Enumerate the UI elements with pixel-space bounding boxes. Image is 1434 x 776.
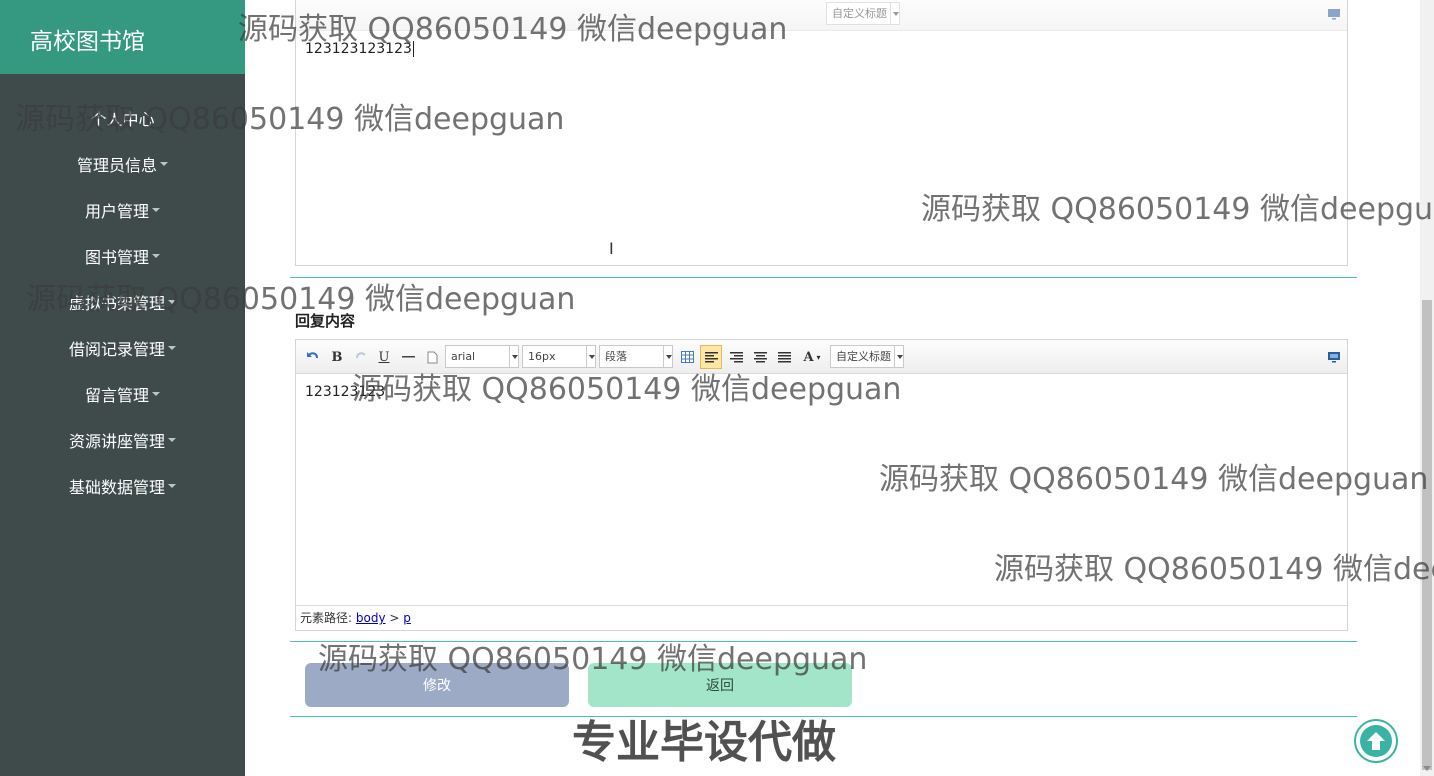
sidebar-item-label: 管理员信息 [76,156,157,175]
caret-down-icon [152,392,160,396]
element-path-label: 元素路径: [300,611,353,625]
custom-title-value: 自定义标题 [832,7,887,20]
sidebar-item-book-management[interactable]: 图书管理 [0,233,245,279]
watermark: 源码获取 QQ86050149 微信deepgua [921,192,1434,227]
watermark: 源码获取 QQ86050149 微信deepguan [238,12,788,47]
sidebar-item-borrow-records[interactable]: 借阅记录管理 [0,325,245,371]
arrow-up-icon [1360,725,1392,757]
sidebar-item-base-data[interactable]: 基础数据管理 [0,463,245,509]
sidebar-item-admin-info[interactable]: 管理员信息 [0,141,245,187]
fullscreen-icon[interactable] [1324,2,1344,26]
caret-down-icon [152,208,160,212]
path-link-p[interactable]: p [403,611,411,625]
font-size-value: 16px [528,350,556,363]
back-to-top-button[interactable] [1354,719,1398,763]
sidebar-item-label: 资源讲座管理 [68,432,165,451]
sidebar-item-label: 基础数据管理 [68,478,165,497]
undo-icon[interactable] [302,345,322,369]
paragraph-value: 段落 [605,350,627,363]
sidebar-item-message-management[interactable]: 留言管理 [0,371,245,417]
watermark: 源码获取 QQ86050149 微信deepguan [879,462,1429,497]
path-separator: > [389,611,400,625]
watermark: 源码获取 QQ86050149 微信dee [994,552,1434,587]
bold-button[interactable]: B [327,345,347,369]
font-family-value: arial [451,350,476,363]
caret-down-icon [160,162,168,166]
fullscreen-icon[interactable] [1324,345,1344,369]
font-color-label: A [803,349,814,365]
scroll-down-icon[interactable] [1423,766,1431,771]
scrollbar-thumb[interactable] [1422,300,1432,770]
sidebar-item-label: 图书管理 [84,248,149,267]
watermark-bottom: 专业毕设代做 [572,717,836,768]
element-path-bar: 元素路径: body > p [296,605,1347,630]
caret-down-icon [168,438,176,442]
sidebar-item-label: 用户管理 [84,202,149,221]
custom-title-select[interactable]: 自定义标题 [826,2,900,25]
watermark: 源码获取 QQ86050149 微信deepguan [318,642,868,677]
caret-down-icon [168,346,176,350]
watermark: 源码获取 QQ86050149 微信deepguan [352,372,902,407]
dropdown-arrow-icon [890,3,899,24]
sidebar-item-label: 借阅记录管理 [68,340,165,359]
watermark: 源码获取 QQ86050149 微信deepguan [26,282,576,317]
custom-title-value: 自定义标题 [836,350,891,363]
path-link-body[interactable]: body [356,611,386,625]
sidebar-item-lecture-management[interactable]: 资源讲座管理 [0,417,245,463]
dropdown-arrow-icon: ▾ [816,352,821,362]
brand-title: 高校图书馆 [0,0,245,74]
sidebar-item-label: 留言管理 [84,386,149,405]
sidebar-item-user-management[interactable]: 用户管理 [0,187,245,233]
sidebar: 个人中心 管理员信息 用户管理 图书管理 虚拟书架管理 借阅记录管理 留言管理 … [0,74,245,776]
page-scrollbar[interactable] [1420,0,1434,776]
caret-down-icon [168,484,176,488]
watermark: 源码获取 QQ86050149 微信deepguan [15,102,565,137]
caret-down-icon [152,254,160,258]
text-cursor-icon: I [609,239,614,258]
